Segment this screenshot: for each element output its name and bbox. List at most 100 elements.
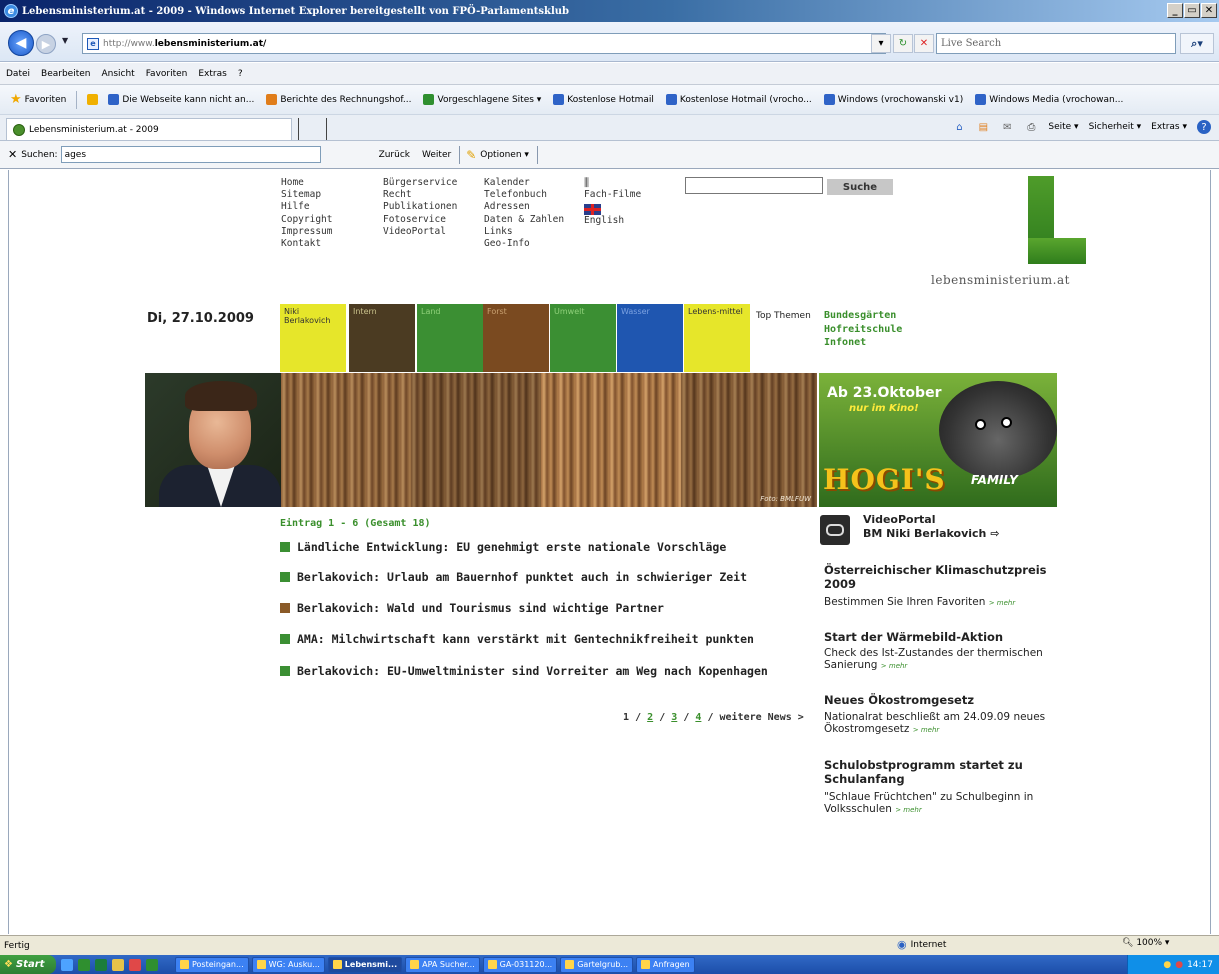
taskbar-window-button[interactable]: WG: Ausku... bbox=[251, 956, 325, 973]
quicklaunch-icon[interactable] bbox=[112, 958, 124, 971]
nav-fotoservice-link[interactable]: Fotoservice bbox=[383, 214, 457, 226]
category-tile[interactable]: Umwelt bbox=[550, 304, 616, 372]
find-options-button[interactable]: Optionen ▾ bbox=[480, 150, 529, 160]
add-favorite-icon[interactable] bbox=[87, 94, 99, 105]
taskbar-window-button[interactable]: APA Sucher... bbox=[405, 956, 480, 973]
nav-adressen-link[interactable]: Adressen bbox=[484, 201, 564, 213]
find-previous-button[interactable]: Zurück bbox=[379, 150, 410, 160]
menu-favoriten[interactable]: Favoriten bbox=[146, 69, 188, 79]
address-input[interactable]: e http://www. lebensministerium.at/ bbox=[82, 33, 886, 54]
right-item-heading[interactable]: Neues Ökostromgesetz bbox=[824, 693, 1074, 707]
mehr-link[interactable]: > mehr bbox=[989, 599, 1016, 607]
bundesgaerten-link[interactable]: Bundesgärten bbox=[824, 309, 902, 323]
favorites-button[interactable]: ★ Favoriten bbox=[10, 92, 66, 107]
quicklaunch-icon[interactable] bbox=[61, 958, 73, 971]
close-window-button[interactable]: ✕ bbox=[1201, 3, 1217, 18]
nav-geo-info-link[interactable]: Geo-Info bbox=[484, 238, 564, 250]
quicklaunch-icon[interactable] bbox=[146, 958, 158, 971]
back-button[interactable]: ◀ bbox=[8, 30, 34, 56]
pager-page-3[interactable]: 3 bbox=[671, 712, 677, 723]
pager-page-4[interactable]: 4 bbox=[695, 712, 701, 723]
nav-daten-zahlen-link[interactable]: Daten & Zahlen bbox=[484, 214, 564, 226]
nav-buergerservice-link[interactable]: Bürgerservice bbox=[383, 177, 457, 189]
security-menu[interactable]: Sicherheit ▾ bbox=[1089, 122, 1142, 132]
find-input[interactable]: ages bbox=[60, 146, 321, 163]
nav-english-link[interactable]: English bbox=[584, 204, 641, 227]
zoom-control[interactable]: 🔍︎ 100% ▾ bbox=[1122, 938, 1169, 948]
find-next-button[interactable]: Weiter bbox=[422, 150, 451, 160]
news-item[interactable]: Berlakovich: Urlaub am Bauernhof punktet… bbox=[280, 570, 800, 585]
nav-sitemap-link[interactable]: Sitemap bbox=[281, 189, 332, 201]
nav-fachfilme-link[interactable]: ⫼ Fach-Filme bbox=[584, 176, 641, 201]
category-tile[interactable]: Lebens-mittel bbox=[684, 304, 750, 372]
more-news-link[interactable]: weitere News > bbox=[720, 712, 804, 723]
home-icon[interactable]: ⌂ bbox=[952, 120, 966, 134]
search-icon[interactable]: ⌕▾ bbox=[1180, 33, 1214, 54]
page-menu[interactable]: Seite ▾ bbox=[1048, 122, 1078, 132]
category-tile[interactable]: Forst bbox=[483, 304, 549, 372]
highlight-icon[interactable]: ✎ bbox=[466, 148, 476, 162]
taskbar-window-button[interactable]: Posteingan... bbox=[175, 956, 249, 973]
news-item[interactable]: AMA: Milchwirtschaft kann verstärkt mit … bbox=[280, 632, 800, 647]
hofreitschule-link[interactable]: Hofreitschule bbox=[824, 323, 902, 337]
mehr-link[interactable]: > mehr bbox=[881, 662, 908, 670]
favorite-link[interactable]: Kostenlose Hotmail (vrocho... bbox=[665, 94, 812, 105]
refresh-icon[interactable]: ↻ bbox=[893, 34, 913, 53]
quicklaunch-icon[interactable] bbox=[78, 958, 90, 971]
hogis-family-ad[interactable]: Ab 23.Oktober nur im Kino! HOGI'S FAMILY bbox=[819, 373, 1057, 507]
mail-icon[interactable]: ✉ bbox=[1000, 120, 1014, 134]
infonet-link[interactable]: Infonet bbox=[824, 336, 902, 350]
menu-help[interactable]: ? bbox=[238, 69, 243, 79]
right-item-heading[interactable]: Schulobstprogramm startet zu Schulanfang bbox=[824, 758, 1074, 786]
category-tile[interactable]: Niki Berlakovich bbox=[280, 304, 346, 372]
feeds-icon[interactable]: ▤ bbox=[976, 120, 990, 134]
menu-extras[interactable]: Extras bbox=[198, 69, 226, 79]
category-tile[interactable]: Intern bbox=[349, 304, 415, 372]
taskbar-window-button[interactable]: Lebensmi... bbox=[327, 956, 403, 973]
tab-lebensministerium[interactable]: Lebensministerium.at - 2009 bbox=[6, 118, 292, 140]
taskbar-window-button[interactable]: Anfragen bbox=[636, 956, 695, 973]
favorite-link[interactable]: Kostenlose Hotmail bbox=[553, 94, 654, 105]
menu-ansicht[interactable]: Ansicht bbox=[101, 69, 134, 79]
stop-icon[interactable]: ✕ bbox=[914, 34, 934, 53]
quicklaunch-icon[interactable] bbox=[129, 958, 141, 971]
tools-menu[interactable]: Extras ▾ bbox=[1151, 122, 1187, 132]
favorite-link[interactable]: Windows (vrochowanski v1) bbox=[823, 94, 963, 105]
favorite-link[interactable]: Berichte des Rechnungshof... bbox=[266, 94, 411, 105]
print-icon[interactable]: ⎙ bbox=[1024, 120, 1038, 134]
nav-impressum-link[interactable]: Impressum bbox=[281, 226, 332, 238]
nav-hilfe-link[interactable]: Hilfe bbox=[281, 201, 332, 213]
minimize-button[interactable]: _ bbox=[1167, 3, 1183, 18]
category-tile[interactable]: Land bbox=[417, 304, 483, 372]
nav-telefonbuch-link[interactable]: Telefonbuch bbox=[484, 189, 564, 201]
tray-icon[interactable]: ● bbox=[1175, 960, 1183, 970]
news-item[interactable]: Berlakovich: EU-Umweltminister sind Vorr… bbox=[280, 664, 800, 679]
taskbar-window-button[interactable]: Gartelgrub... bbox=[560, 956, 634, 973]
right-item-heading[interactable]: Österreichischer Klimaschutzpreis 2009 bbox=[824, 563, 1074, 591]
maximize-button[interactable]: ▭ bbox=[1184, 3, 1200, 18]
pager-page-2[interactable]: 2 bbox=[647, 712, 653, 723]
forward-button[interactable]: ▶ bbox=[36, 34, 56, 54]
lebensministerium-logo[interactable] bbox=[1028, 176, 1086, 264]
nav-copyright-link[interactable]: Copyright bbox=[281, 214, 332, 226]
taskbar-window-button[interactable]: GA-031120... bbox=[482, 956, 558, 973]
mehr-link[interactable]: > mehr bbox=[895, 806, 922, 814]
news-item[interactable]: Ländliche Entwicklung: EU genehmigt erst… bbox=[280, 540, 800, 555]
favorite-link[interactable]: Vorgeschlagene Sites ▾ bbox=[423, 94, 541, 105]
nav-links-link[interactable]: Links bbox=[484, 226, 564, 238]
menu-datei[interactable]: Datei bbox=[6, 69, 30, 79]
nav-publikationen-link[interactable]: Publikationen bbox=[383, 201, 457, 213]
news-item[interactable]: Berlakovich: Wald und Tourismus sind wic… bbox=[280, 601, 800, 616]
videoportal-link[interactable]: VideoPortal BM Niki Berlakovich ⇨ bbox=[863, 513, 999, 541]
favorite-link[interactable]: Die Webseite kann nicht an... bbox=[108, 94, 254, 105]
close-find-icon[interactable]: ✕ bbox=[8, 148, 17, 161]
favorite-link[interactable]: Windows Media (vrochowan... bbox=[975, 94, 1123, 105]
videoportal-icon[interactable] bbox=[820, 515, 850, 545]
nav-kontakt-link[interactable]: Kontakt bbox=[281, 238, 332, 250]
nav-recht-link[interactable]: Recht bbox=[383, 189, 457, 201]
menu-bearbeiten[interactable]: Bearbeiten bbox=[41, 69, 90, 79]
site-search-button[interactable]: Suche bbox=[827, 179, 893, 195]
start-button[interactable]: ❖ Start bbox=[0, 955, 56, 974]
mehr-link[interactable]: > mehr bbox=[913, 726, 940, 734]
nav-home-link[interactable]: Home bbox=[281, 177, 332, 189]
